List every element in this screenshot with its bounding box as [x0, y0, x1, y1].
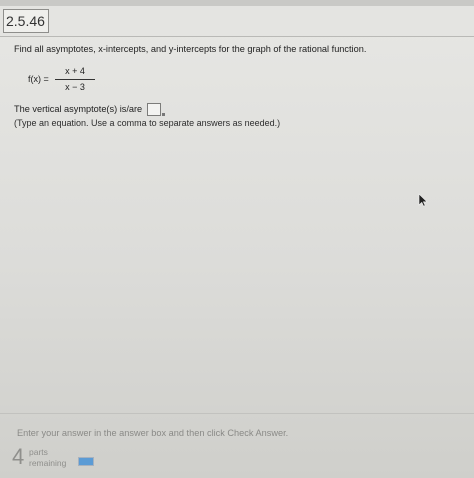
vertical-asymptote-question: The vertical asymptote(s) is/are	[14, 103, 165, 116]
parts-progress-fill	[79, 458, 93, 465]
question-header: 2.5.46	[0, 6, 474, 37]
question-prompt: Find all asymptotes, x-intercepts, and y…	[14, 44, 367, 54]
answer-format-hint: (Type an equation. Use a comma to separa…	[14, 118, 281, 128]
parts-progress-bar	[78, 457, 94, 466]
parts-remaining-label-2: remaining	[29, 458, 67, 468]
function-denominator: x − 3	[65, 82, 85, 92]
vertical-asymptote-answer-box[interactable]	[146, 103, 161, 116]
footer-divider	[0, 413, 474, 414]
vertical-asymptote-label: The vertical asymptote(s) is/are	[14, 103, 143, 114]
mouse-pointer-icon	[418, 193, 428, 212]
assessment-screen: 2.5.46 Find all asymptotes, x-intercepts…	[0, 0, 474, 478]
parts-remaining-count: 4	[12, 444, 25, 469]
text-cursor-marker	[161, 113, 165, 116]
parts-remaining-label-1: parts	[29, 447, 48, 457]
question-number: 2.5.46	[3, 9, 49, 33]
answer-instructions: Enter your answer in the answer box and …	[17, 428, 289, 438]
function-numerator: x + 4	[65, 66, 85, 76]
function-lhs: f(x) =	[28, 74, 49, 84]
fraction-bar	[55, 79, 95, 80]
function-fraction: x + 4 x − 3	[55, 65, 95, 94]
